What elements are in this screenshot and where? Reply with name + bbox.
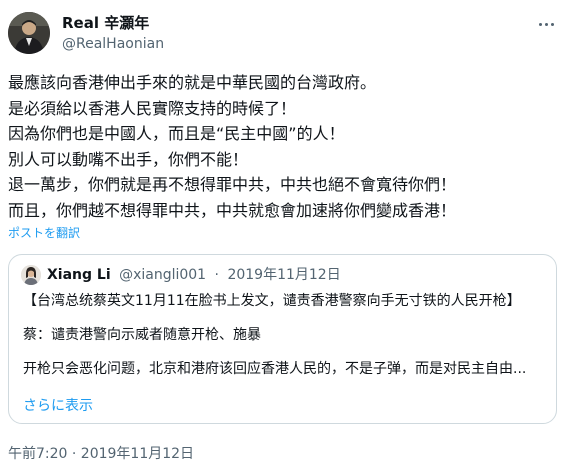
tweet-line: 別人可以動嘴不出手，你們不能！ xyxy=(8,149,249,169)
more-dots-icon-2 xyxy=(544,22,548,26)
tweet-line: 最應該向香港伸出手來的就是中華民國的台灣政府。 xyxy=(8,73,377,92)
tweet-line: 是必須給以香港人民實際支持的時候了！ xyxy=(8,98,297,118)
quote-author-name[interactable]: Xiang Li xyxy=(47,267,111,283)
tweet-text: 最應該向香港伸出手來的就是中華民國的台灣政府。 是必須給以香港人民實際支持的時候… xyxy=(8,70,560,224)
quote-line: 开枪只会恶化问题，北京和港府该回应香港人民的，不是子弹，而是对民主自由... xyxy=(23,361,527,377)
more-dots-icon xyxy=(538,22,542,26)
profile-photo-icon xyxy=(8,12,50,54)
translate-post-link[interactable]: ポストを翻訳 xyxy=(8,225,80,241)
quoted-tweet-card[interactable]: Xiang Li @xiangli001 · 2019年11月12日 【台湾总统… xyxy=(8,254,557,424)
quote-author-handle[interactable]: @xiangli001 xyxy=(119,267,206,283)
author-avatar[interactable] xyxy=(8,12,50,54)
tweet-line: 因為你們也是中國人，而且是“民主中國”的人！ xyxy=(8,124,345,144)
tweet-line: 退一萬步，你們就是再不想得罪中共，中共也絕不會寬待你們！ xyxy=(8,175,457,195)
quote-date[interactable]: 2019年11月12日 xyxy=(227,267,340,283)
quote-separator: · xyxy=(214,267,219,283)
profile-photo-icon xyxy=(21,265,41,285)
quote-header: Xiang Li @xiangli001 · 2019年11月12日 xyxy=(47,265,341,285)
author-name[interactable]: Real 辛灝年 xyxy=(62,13,149,33)
quote-text: 【台湾总统蔡英文11月11在脸书上发文，谴责香港警察向手无寸铁的人民开枪】 蔡：… xyxy=(23,292,553,378)
quote-line: 蔡：谴责港警向示威者随意开枪、施暴 xyxy=(23,327,261,343)
quote-paragraph-gap xyxy=(23,310,553,326)
quote-author-avatar[interactable] xyxy=(21,265,41,285)
show-more-link[interactable]: さらに表示 xyxy=(23,397,93,415)
author-handle[interactable]: @RealHaonian xyxy=(62,34,164,54)
post-timestamp[interactable]: 午前7:20 · 2019年11月12日 xyxy=(8,444,194,464)
quote-line: 【台湾总统蔡英文11月11在脸书上发文，谴责香港警察向手无寸铁的人民开枪】 xyxy=(23,293,521,309)
tweet: Real 辛灝年 @RealHaonian 最應該向香港伸出手來的就是中華民國的… xyxy=(0,0,568,471)
tweet-line: 而且，你們越不想得罪中共，中共就愈會加速將你們變成香港！ xyxy=(8,200,457,220)
quote-paragraph-gap xyxy=(23,344,553,360)
more-dots-icon-3 xyxy=(550,22,554,26)
more-options-button[interactable] xyxy=(532,14,560,34)
